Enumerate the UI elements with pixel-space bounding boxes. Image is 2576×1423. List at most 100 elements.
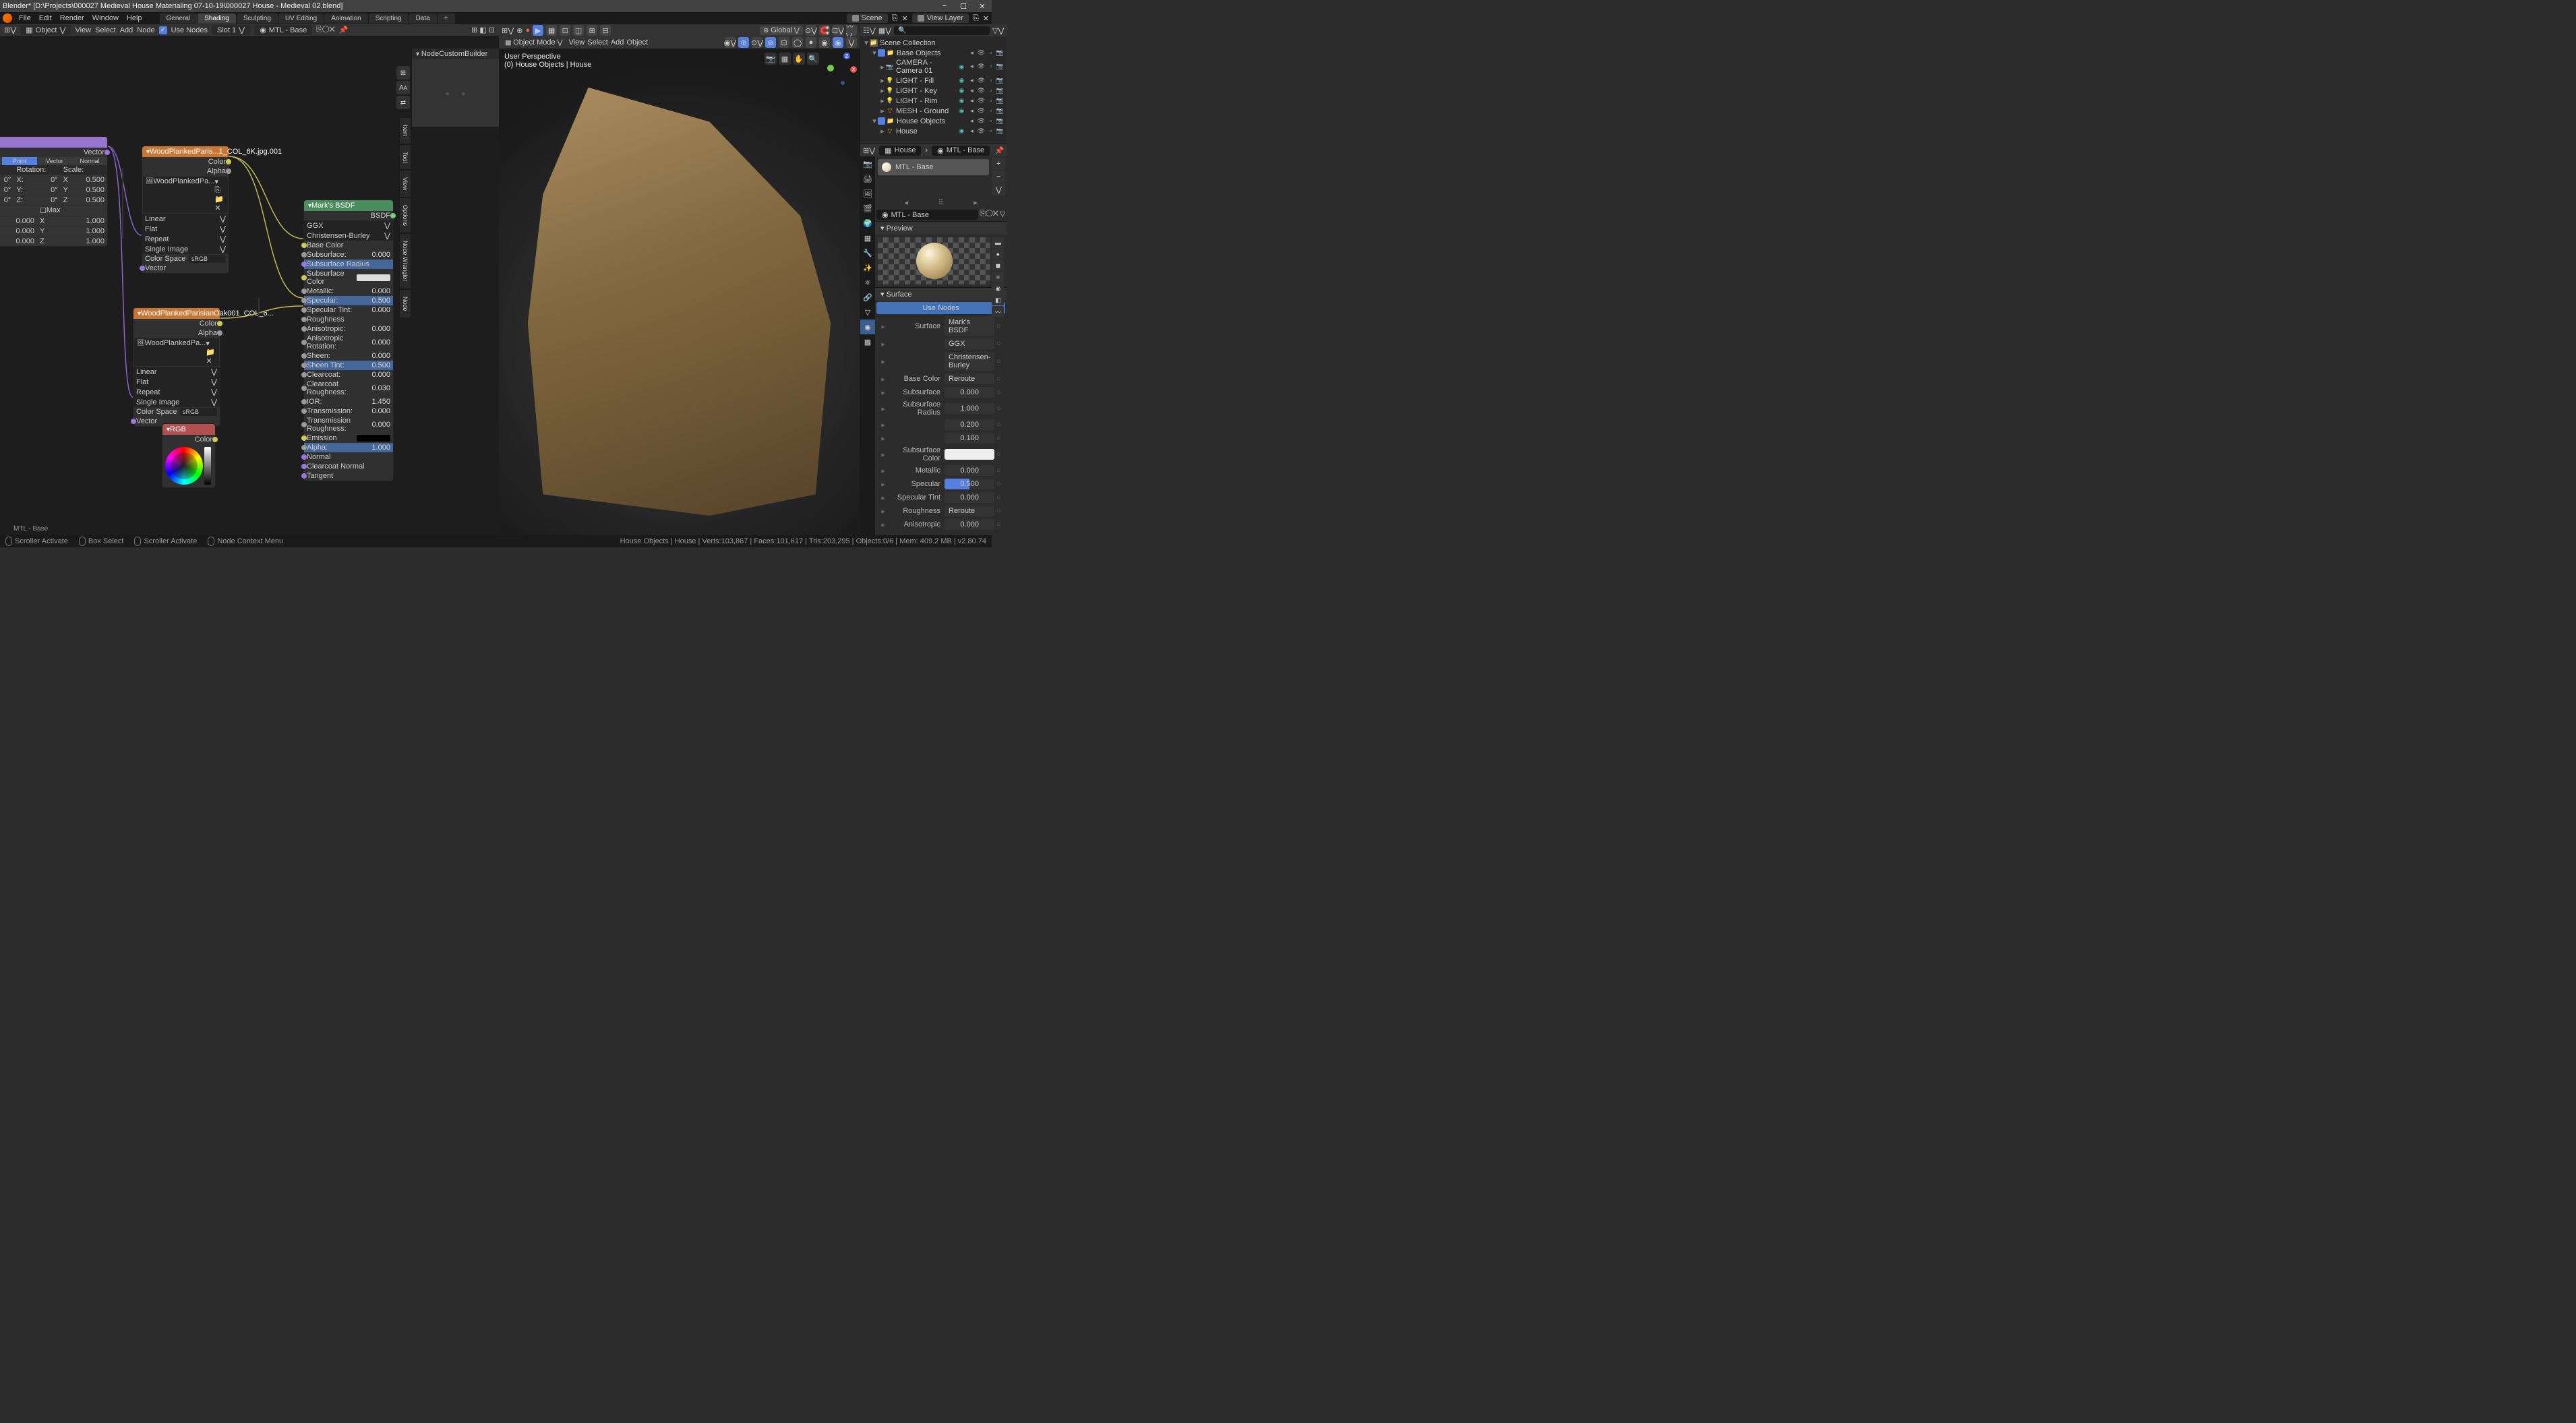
vp-orientation[interactable]: ⊕ Global ⋁ <box>760 26 803 35</box>
surface-row-subsurface[interactable]: ▸Subsurface0.000○ <box>875 386 1007 399</box>
prop-tab-particles[interactable]: ✨ <box>860 260 875 275</box>
prop-tab-viewlayer[interactable]: 🖼 <box>860 186 875 201</box>
node-mode-dropdown[interactable]: ▦ Object ⋁ <box>20 25 71 35</box>
workspace-shading[interactable]: Shading <box>198 13 236 24</box>
surface-row-metallic[interactable]: ▸Metallic0.000○ <box>875 464 1007 477</box>
prop-pin[interactable]: 📌 <box>995 146 1005 155</box>
workspace-data[interactable]: Data <box>409 13 437 24</box>
node-menu-select[interactable]: Select <box>95 26 116 34</box>
mapping-min-toggle[interactable]: ☐ in <box>0 206 37 216</box>
workspace-sculpting[interactable]: Sculpting <box>237 13 278 24</box>
bsdf-row-transmission-roughness[interactable]: Transmission Roughness:0.000 <box>304 416 393 433</box>
vp-snap-toggle[interactable]: 🧲 <box>819 25 830 36</box>
vp-nav-pan[interactable]: ✋ <box>793 53 805 65</box>
rgb-node[interactable]: ▾ RGB Color <box>162 423 216 488</box>
material-slot[interactable]: MTL - Base <box>878 159 989 175</box>
vp-snap-5[interactable]: ⊟ <box>600 25 611 36</box>
close-button[interactable]: ✕ <box>976 2 989 11</box>
bsdf-row-clearcoat-normal[interactable]: Clearcoat Normal <box>304 462 393 471</box>
vp-snap-4[interactable]: ⊞ <box>587 25 597 36</box>
vert-tab-tool[interactable]: Tool <box>399 144 411 171</box>
vp-mode[interactable]: ▦ Object Mode ⋁ <box>502 38 566 47</box>
tex2-image-field[interactable]: 🖼 WoodPlankedPa...▾ 📁✕ <box>134 338 219 366</box>
vp-snap-2[interactable]: ⊡ <box>560 25 570 36</box>
rgb-title[interactable]: ▾ RGB <box>162 424 215 435</box>
workspace-add[interactable]: + <box>438 13 455 24</box>
tex1-ext[interactable]: Repeat⋁ <box>142 234 229 244</box>
tex1-proj[interactable]: Flat⋁ <box>142 224 229 234</box>
prop-tab-material[interactable]: ◉ <box>860 320 875 334</box>
surface-row-specular-tint[interactable]: ▸Specular Tint0.000○ <box>875 491 1007 504</box>
vp-shading-rendered[interactable]: ◉ <box>833 37 843 48</box>
prop-tab-texture[interactable]: ▩ <box>860 334 875 349</box>
mapping-node[interactable]: ▾ ping Vector ture Point Vector Normal t… <box>0 136 108 247</box>
bsdf-distribution[interactable]: GGX⋁ <box>304 220 393 231</box>
tree-row-camera-camera-01[interactable]: ▸📷CAMERA - Camera 01◉◂👁▫📷 <box>860 58 1007 75</box>
vp-nav-camera[interactable]: 📷 <box>765 53 777 65</box>
scene-new-button[interactable]: ⎘ <box>892 14 898 23</box>
vp-cursor-icon[interactable]: ⊕ <box>516 26 522 35</box>
viewport-gizmo[interactable]: Z X <box>822 53 856 86</box>
prop-tab-constraint[interactable]: 🔗 <box>860 290 875 305</box>
mat-new-icon[interactable]: ⎘◯✕ <box>980 210 998 220</box>
viewport-3d[interactable]: User Perspective (0) House Objects | Hou… <box>499 49 860 535</box>
mapping-max-z[interactable]: Z1.000 <box>37 237 107 246</box>
tex2-title[interactable]: ▾ WoodPlankedParisianOak001_COL_6... <box>133 308 220 319</box>
bsdf-row-tangent[interactable]: Tangent <box>304 471 393 481</box>
gizmo-x[interactable]: X <box>850 66 857 73</box>
vert-tab-view[interactable]: View <box>399 170 411 198</box>
surface-row-sub[interactable]: ▸0.100○ <box>875 431 1007 445</box>
tex1-title[interactable]: ▾ WoodPlankedParis...1_COL_6K.jpg.001 <box>142 146 229 157</box>
image-texture-node-1[interactable]: ▾ WoodPlankedParis...1_COL_6K.jpg.001 Co… <box>142 146 229 274</box>
preview-shape-sphere[interactable]: ● <box>992 249 1004 260</box>
prop-tab-render[interactable]: 📷 <box>860 156 875 171</box>
viewlayer-selector[interactable]: View Layer <box>912 13 969 23</box>
menu-window[interactable]: Window <box>88 14 123 22</box>
tree-row-light-key[interactable]: ▸💡LIGHT - Key◉◂👁▫📷 <box>860 86 1007 96</box>
vp-shading-lookdev[interactable]: ◉ <box>819 37 830 48</box>
node-menu-view[interactable]: View <box>75 26 91 34</box>
preview-header[interactable]: ▾ Preview <box>875 222 1007 235</box>
vp-shading-dropdown[interactable]: ⋁ <box>846 37 857 48</box>
gizmo-z[interactable]: Z <box>843 53 850 59</box>
mapping-tab-point[interactable]: Point <box>2 157 37 165</box>
vp-editor-type[interactable]: ⊞⋁ <box>502 26 514 35</box>
bsdf-row-subsurface-color[interactable]: Subsurface Color <box>304 269 393 286</box>
prop-tab-scene[interactable]: 🎬 <box>860 201 875 216</box>
mat-slot-remove[interactable]: − <box>992 171 1005 183</box>
mapping-scale-y[interactable]: Y0.500 <box>61 185 107 195</box>
tex2-proj[interactable]: Flat⋁ <box>133 377 220 387</box>
prop-tab-output[interactable]: 🖨 <box>860 171 875 186</box>
tree-row-house[interactable]: ▸▽House◉◂👁▫📷 <box>860 126 1007 136</box>
vert-tab-options[interactable]: Options <box>399 198 411 233</box>
node-tool-c[interactable]: ⇄ <box>396 96 410 109</box>
bsdf-row-metallic[interactable]: Metallic:0.000 <box>304 286 393 296</box>
node-tool-a[interactable]: ⊞ <box>396 66 410 80</box>
surface-row-sub[interactable]: ▸GGX○ <box>875 337 1007 351</box>
mapping-rot-y[interactable]: Y:0° <box>13 185 60 195</box>
vp-shading-solid[interactable]: ● <box>806 37 816 48</box>
bsdf-row-base-color[interactable]: Base Color <box>304 241 393 250</box>
material-field[interactable]: ◉ MTL - Base <box>876 210 978 220</box>
vp-pivot[interactable]: ⊙⋁ <box>806 25 816 36</box>
surface-row-anisotropic[interactable]: ▸Anisotropic0.000○ <box>875 518 1007 531</box>
tex2-ext[interactable]: Repeat⋁ <box>133 387 220 397</box>
use-nodes-button[interactable]: Use Nodes <box>876 302 1005 314</box>
bsdf-row-subsurface-radius[interactable]: Subsurface Radius <box>304 260 393 269</box>
bsdf-row-sheen[interactable]: Sheen:0.000 <box>304 351 393 361</box>
bsdf-node[interactable]: ▾ Mark's BSDF BSDF GGX⋁ Christensen-Burl… <box>303 200 394 481</box>
mapping-max-x[interactable]: X1.000 <box>37 216 107 226</box>
surface-row-specular[interactable]: ▸Specular0.500○ <box>875 477 1007 491</box>
bsdf-row-specular-tint[interactable]: Specular Tint:0.000 <box>304 305 393 315</box>
bsdf-row-anisotropic-rotation[interactable]: Anisotropic Rotation:0.000 <box>304 334 393 351</box>
mapping-min-y[interactable]: 0.000 <box>0 226 37 236</box>
vp-snap-3[interactable]: ◫ <box>573 25 584 36</box>
mat-list-nav[interactable]: ⠿ <box>938 198 944 207</box>
surface-row-sub[interactable]: ▸Christensen-Burley○ <box>875 351 1007 372</box>
surface-row-surface[interactable]: ▸SurfaceMark's BSDF○ <box>875 315 1007 337</box>
tree-row-base-objects[interactable]: ▾📁Base Objects◂👁▫📷 <box>860 48 1007 58</box>
bsdf-sss-method[interactable]: Christensen-Burley⋁ <box>304 231 393 241</box>
mapping-scale-z[interactable]: Z0.500 <box>61 195 107 205</box>
bsdf-row-emission[interactable]: Emission <box>304 433 393 443</box>
bsdf-row-sheen-tint[interactable]: Sheen Tint:0.500 <box>304 361 393 370</box>
